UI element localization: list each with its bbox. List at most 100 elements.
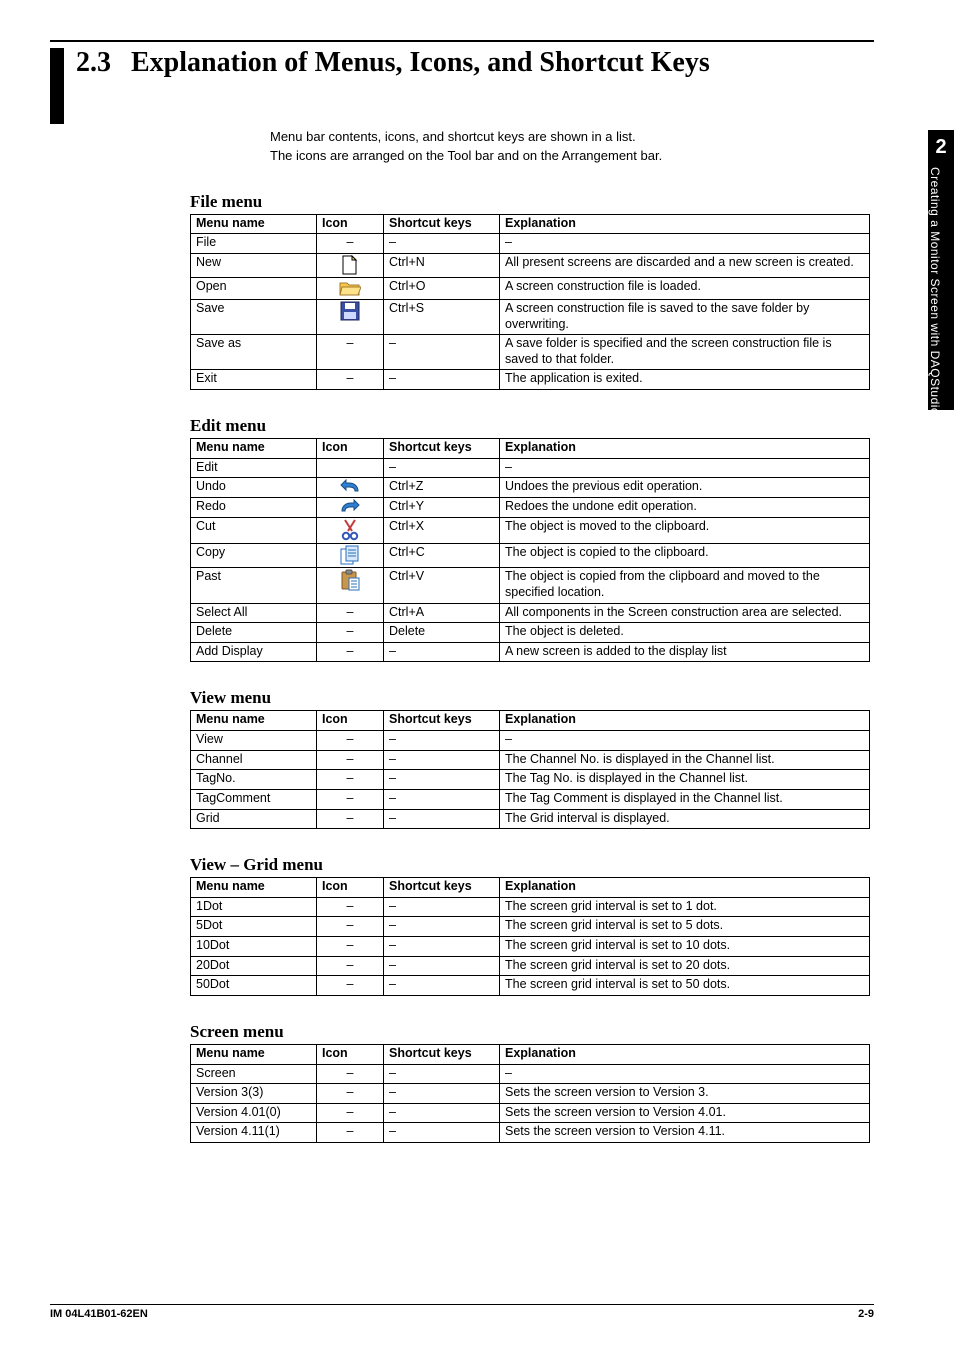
col-header: Explanation [500, 439, 870, 459]
explanation-cell: A screen construction file is saved to t… [500, 299, 870, 334]
table-row: TagNo.––The Tag No. is displayed in the … [191, 770, 870, 790]
shortcut-cell: Ctrl+S [384, 299, 500, 334]
title-bar-decoration [50, 48, 64, 124]
shortcut-cell: – [384, 1064, 500, 1084]
col-header: Explanation [500, 1044, 870, 1064]
col-header: Menu name [191, 439, 317, 459]
explanation-cell: Redoes the undone edit operation. [500, 498, 870, 518]
menu-name-cell: Undo [191, 478, 317, 498]
menu-section-title: View menu [190, 688, 874, 708]
col-header: Icon [317, 439, 384, 459]
footer-left: IM 04L41B01-62EN [50, 1308, 148, 1320]
menu-name-cell: New [191, 253, 317, 277]
table-row: CutCtrl+XThe object is moved to the clip… [191, 518, 870, 544]
dash-icon: – [317, 234, 384, 254]
col-header: Menu name [191, 711, 317, 731]
table-row: Delete–DeleteThe object is deleted. [191, 623, 870, 643]
shortcut-cell: – [384, 770, 500, 790]
shortcut-cell: – [384, 897, 500, 917]
menu-section: View – Grid menuMenu nameIconShortcut ke… [190, 855, 874, 996]
menu-section-title: View – Grid menu [190, 855, 874, 875]
copy-icon [317, 544, 384, 568]
table-row: 50Dot––The screen grid interval is set t… [191, 976, 870, 996]
explanation-cell: The screen grid interval is set to 20 do… [500, 956, 870, 976]
explanation-cell: A screen construction file is loaded. [500, 277, 870, 299]
dash-icon: – [317, 956, 384, 976]
menu-name-cell: Version 4.11(1) [191, 1123, 317, 1143]
menu-name-cell: Screen [191, 1064, 317, 1084]
shortcut-cell: – [384, 956, 500, 976]
explanation-cell: The Grid interval is displayed. [500, 809, 870, 829]
menu-name-cell: Redo [191, 498, 317, 518]
col-header: Explanation [500, 711, 870, 731]
shortcut-cell: – [384, 1084, 500, 1104]
dash-icon: – [317, 1103, 384, 1123]
shortcut-cell: – [384, 234, 500, 254]
dash-icon: – [317, 731, 384, 751]
menu-name-cell: Delete [191, 623, 317, 643]
menu-name-cell: Past [191, 568, 317, 603]
menu-section-title: File menu [190, 192, 874, 212]
table-row: PastCtrl+VThe object is copied from the … [191, 568, 870, 603]
menu-name-cell: 20Dot [191, 956, 317, 976]
footer-right: 2-9 [858, 1308, 874, 1320]
shortcut-cell: Ctrl+A [384, 603, 500, 623]
shortcut-cell: – [384, 458, 500, 478]
menu-section-title: Edit menu [190, 416, 874, 436]
table-row: OpenCtrl+OA screen construction file is … [191, 277, 870, 299]
shortcut-cell: – [384, 976, 500, 996]
explanation-cell: The application is exited. [500, 370, 870, 390]
dash-icon: – [317, 917, 384, 937]
explanation-cell: The Tag Comment is displayed in the Chan… [500, 789, 870, 809]
explanation-cell: – [500, 458, 870, 478]
col-header: Explanation [500, 878, 870, 898]
table-row: Channel––The Channel No. is displayed in… [191, 750, 870, 770]
explanation-cell: The screen grid interval is set to 10 do… [500, 937, 870, 957]
shortcut-cell: – [384, 370, 500, 390]
col-header: Menu name [191, 878, 317, 898]
shortcut-cell: – [384, 750, 500, 770]
menu-section: File menuMenu nameIconShortcut keysExpla… [190, 192, 874, 390]
menu-name-cell: Version 3(3) [191, 1084, 317, 1104]
col-header: Menu name [191, 1044, 317, 1064]
shortcut-cell: – [384, 937, 500, 957]
chapter-label: Creating a Monitor Screen with DAQStudio [928, 163, 942, 415]
menu-section: Screen menuMenu nameIconShortcut keysExp… [190, 1022, 874, 1143]
dash-icon: – [317, 976, 384, 996]
table-row: 5Dot––The screen grid interval is set to… [191, 917, 870, 937]
col-header: Icon [317, 214, 384, 234]
table-row: TagComment––The Tag Comment is displayed… [191, 789, 870, 809]
new-icon [317, 253, 384, 277]
explanation-cell: Sets the screen version to Version 3. [500, 1084, 870, 1104]
table-row: Save as––A save folder is specified and … [191, 335, 870, 370]
menu-name-cell: Save [191, 299, 317, 334]
menu-name-cell: 5Dot [191, 917, 317, 937]
menu-name-cell: 50Dot [191, 976, 317, 996]
dash-icon: – [317, 1123, 384, 1143]
explanation-cell: All present screens are discarded and a … [500, 253, 870, 277]
dash-icon: – [317, 897, 384, 917]
table-row: 10Dot––The screen grid interval is set t… [191, 937, 870, 957]
menu-name-cell: Open [191, 277, 317, 299]
menu-name-cell: Copy [191, 544, 317, 568]
col-header: Shortcut keys [384, 711, 500, 731]
explanation-cell: The object is moved to the clipboard. [500, 518, 870, 544]
intro-line-2: The icons are arranged on the Tool bar a… [270, 147, 874, 166]
menu-section-title: Screen menu [190, 1022, 874, 1042]
blank-icon [317, 458, 384, 478]
menu-name-cell: Select All [191, 603, 317, 623]
table-row: Version 4.01(0)––Sets the screen version… [191, 1103, 870, 1123]
menu-name-cell: 1Dot [191, 897, 317, 917]
shortcut-cell: – [384, 789, 500, 809]
col-header: Shortcut keys [384, 878, 500, 898]
cut-icon [317, 518, 384, 544]
table-row: Version 4.11(1)––Sets the screen version… [191, 1123, 870, 1143]
table-row: NewCtrl+NAll present screens are discard… [191, 253, 870, 277]
dash-icon: – [317, 809, 384, 829]
explanation-cell: All components in the Screen constructio… [500, 603, 870, 623]
explanation-cell: Undoes the previous edit operation. [500, 478, 870, 498]
page-footer: IM 04L41B01-62EN 2-9 [50, 1304, 874, 1320]
table-row: Add Display––A new screen is added to th… [191, 642, 870, 662]
col-header: Shortcut keys [384, 439, 500, 459]
dash-icon: – [317, 603, 384, 623]
